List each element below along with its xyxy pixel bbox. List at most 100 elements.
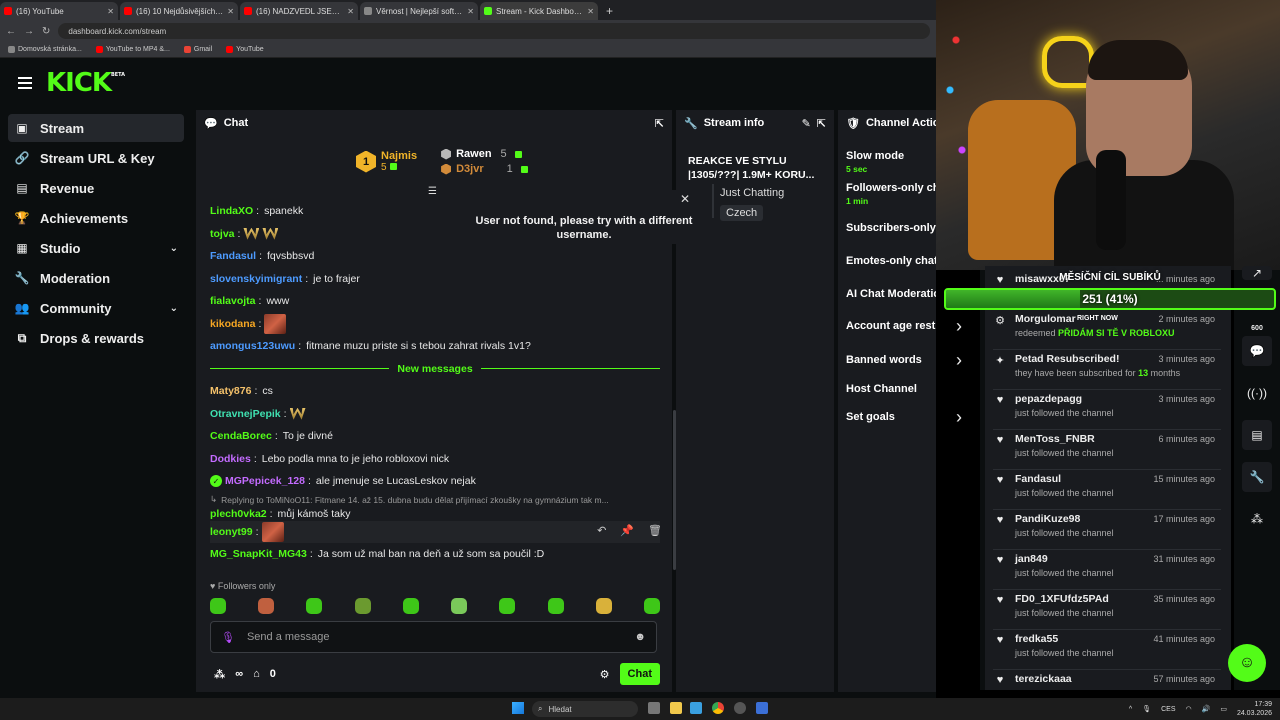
popout-icon[interactable]: ⇱ <box>655 117 664 130</box>
edit-icon[interactable]: ✎ <box>802 117 811 130</box>
chat-message[interactable]: CendaBorec: To je divné <box>210 425 660 448</box>
sidebar-item-drops-rewards[interactable]: ⧉ Drops & rewards <box>8 324 184 352</box>
reload-icon[interactable]: ↻ <box>42 26 50 37</box>
stream-category[interactable]: Just Chatting <box>720 187 784 199</box>
activity-item[interactable]: ⚙ Morgulomar 2 minutes ago RIGHT NOW redeeme… <box>993 310 1221 350</box>
browser-tab[interactable]: (16) NADZVEDL JSEM PODLAHU ✕ <box>240 2 358 20</box>
chat-message[interactable]: kikodana: <box>210 313 660 336</box>
channel-points-icon[interactable]: ⁂ <box>214 668 225 681</box>
help-chat-button[interactable]: ☺ <box>1228 644 1266 682</box>
taskbar-search[interactable]: ⌕ Hledat <box>532 701 638 717</box>
chat-username[interactable]: tojva <box>210 228 235 240</box>
microphone-icon[interactable]: 🎙 <box>221 631 235 644</box>
input-language[interactable]: CES <box>1161 706 1175 713</box>
store-icon[interactable] <box>690 702 702 714</box>
sidebar-item-community[interactable]: 👥 Community ⌄ <box>8 294 184 322</box>
windows-start-icon[interactable] <box>512 702 524 714</box>
sidebar-item-stream-url-key[interactable]: 🔗 Stream URL & Key <box>8 144 184 172</box>
leaderboard-second[interactable]: Rawen 5 <box>441 148 528 160</box>
leaderboard-first[interactable]: 1 Najmis 5 <box>356 148 417 175</box>
channel-action-item[interactable]: AI Chat Moderation <box>846 288 936 300</box>
emote-icon[interactable] <box>595 598 612 614</box>
chat-message[interactable]: Maty876: cs <box>210 380 660 403</box>
browser-tab[interactable]: (16) 10 Nejdůsivějších Atrakcí n ✕ <box>120 2 238 20</box>
bookmark-item[interactable]: Gmail <box>183 46 212 53</box>
chat-username[interactable]: Maty876 <box>210 385 251 397</box>
chevron-right-icon[interactable]: › <box>956 350 962 371</box>
points-icon[interactable]: ⁂ <box>1242 504 1272 534</box>
obs-icon[interactable] <box>734 702 746 714</box>
chat-username[interactable]: leonyt99 <box>210 526 253 538</box>
channel-action-item[interactable]: Host Channel <box>846 383 917 395</box>
broadcast-icon[interactable]: ((·)) <box>1242 378 1272 408</box>
mic-tray-icon[interactable]: 🎙 <box>1142 705 1151 713</box>
chat-username[interactable]: plech0vka2 <box>210 508 267 520</box>
chat-username[interactable]: LindaXO <box>210 205 253 217</box>
task-view-icon[interactable] <box>648 702 660 714</box>
wrench-icon[interactable]: 🔧 <box>1242 462 1272 492</box>
leaderboard-third[interactable]: D3jvr 1 <box>441 163 528 175</box>
chat-message[interactable]: MG_SnapKit_MG43: Ja som už mal ban na deň… <box>210 543 660 566</box>
chat-username[interactable]: fialavojta <box>210 295 256 307</box>
emote-icon[interactable] <box>258 598 275 614</box>
clock[interactable]: 17:39 24.03.2026 <box>1237 700 1272 718</box>
stream-language-tag[interactable]: Czech <box>720 205 764 221</box>
wifi-icon[interactable]: ◠ <box>1186 705 1192 713</box>
app-icon[interactable] <box>756 702 768 714</box>
collapse-pinned-icon[interactable]: ☰ <box>428 186 437 197</box>
browser-tab[interactable]: Stream - Kick Dashboard ✕ <box>480 2 598 20</box>
reply-icon[interactable]: ↶ <box>597 524 606 537</box>
chevron-up-icon[interactable]: ^ <box>1129 706 1132 713</box>
sidebar-item-achievements[interactable]: 🏆 Achievements <box>8 204 184 232</box>
store-icon[interactable]: ⌂ <box>253 668 260 680</box>
close-tab-icon[interactable]: ✕ <box>227 7 234 16</box>
browser-tab[interactable]: (16) YouTube ✕ <box>0 2 118 20</box>
activity-item[interactable]: ♥ PandiKuze98 17 minutes ago just followed … <box>993 510 1221 550</box>
chevron-right-icon[interactable]: › <box>956 407 962 428</box>
chat-message[interactable]: amongus123uwu: fitmane muzu priste si s t… <box>210 335 660 358</box>
emote-icon[interactable] <box>354 598 371 614</box>
emote-icon[interactable] <box>451 598 468 614</box>
emote-icon[interactable] <box>643 598 660 614</box>
chat-message[interactable]: Fandasul: fqvsbbsvd <box>210 245 660 268</box>
emote-icon[interactable] <box>210 598 226 614</box>
close-tab-icon[interactable]: ✕ <box>587 7 594 16</box>
channel-action-item[interactable]: Set goals <box>846 411 895 423</box>
menu-icon[interactable] <box>18 74 32 92</box>
chat-message[interactable]: Dodkies: Lebo podla mna to je jeho roblox… <box>210 448 660 471</box>
chat-username[interactable]: amongus123uwu <box>210 340 295 352</box>
popout-icon[interactable]: ⇱ <box>817 117 826 130</box>
kick-logo[interactable]: KICK BETA <box>46 68 125 98</box>
chat-message[interactable]: leonyt99: <box>210 520 660 543</box>
chat-message[interactable]: plech0vka2: můj kámoš taky <box>210 507 660 521</box>
volume-icon[interactable]: 🔊 <box>1202 705 1211 713</box>
close-tab-icon[interactable]: ✕ <box>347 7 354 16</box>
sidebar-item-revenue[interactable]: ▤ Revenue <box>8 174 184 202</box>
chevron-right-icon[interactable]: › <box>956 316 962 337</box>
emote-icon[interactable] <box>306 598 323 614</box>
chat-message[interactable]: OtravnejPepik: <box>210 403 660 426</box>
close-tab-icon[interactable]: ✕ <box>467 7 474 16</box>
close-icon[interactable]: ✕ <box>680 192 690 206</box>
new-tab-icon[interactable]: + <box>600 2 619 20</box>
bookmark-item[interactable]: YouTube to MP4 &... <box>95 46 170 53</box>
chat-bubble-icon[interactable]: 💬 <box>1242 336 1272 366</box>
forward-icon[interactable]: → <box>24 26 34 37</box>
chat-message[interactable]: ✓ MGPepicek_128: ale jmenuje se LucasLesko… <box>210 470 660 493</box>
chat-username[interactable]: Dodkies <box>210 453 251 465</box>
chat-message[interactable]: fialavojta: www <box>210 290 660 313</box>
channel-action-item[interactable]: Subscribers-only chat <box>846 222 936 234</box>
file-explorer-icon[interactable] <box>670 702 682 714</box>
back-icon[interactable]: ← <box>6 26 16 37</box>
media-icon[interactable]: ▤ <box>1242 420 1272 450</box>
channel-action-item[interactable]: Followers-only chat 1 min <box>846 182 936 206</box>
sidebar-item-stream[interactable]: ▣ Stream <box>8 114 184 142</box>
activity-item[interactable]: ♥ MenToss_FNBR 6 minutes ago just followed … <box>993 430 1221 470</box>
chat-message[interactable]: slovenskyimigrant: je to frajer <box>210 268 660 291</box>
chat-username[interactable]: slovenskyimigrant <box>210 273 302 285</box>
pin-icon[interactable]: 📌 <box>620 524 634 537</box>
sidebar-item-moderation[interactable]: 🔧 Moderation <box>8 264 184 292</box>
battery-icon[interactable]: ▭ <box>1220 705 1227 713</box>
chat-username[interactable]: kikodana <box>210 318 256 330</box>
bookmark-item[interactable]: Domovská stránka... <box>8 46 82 53</box>
